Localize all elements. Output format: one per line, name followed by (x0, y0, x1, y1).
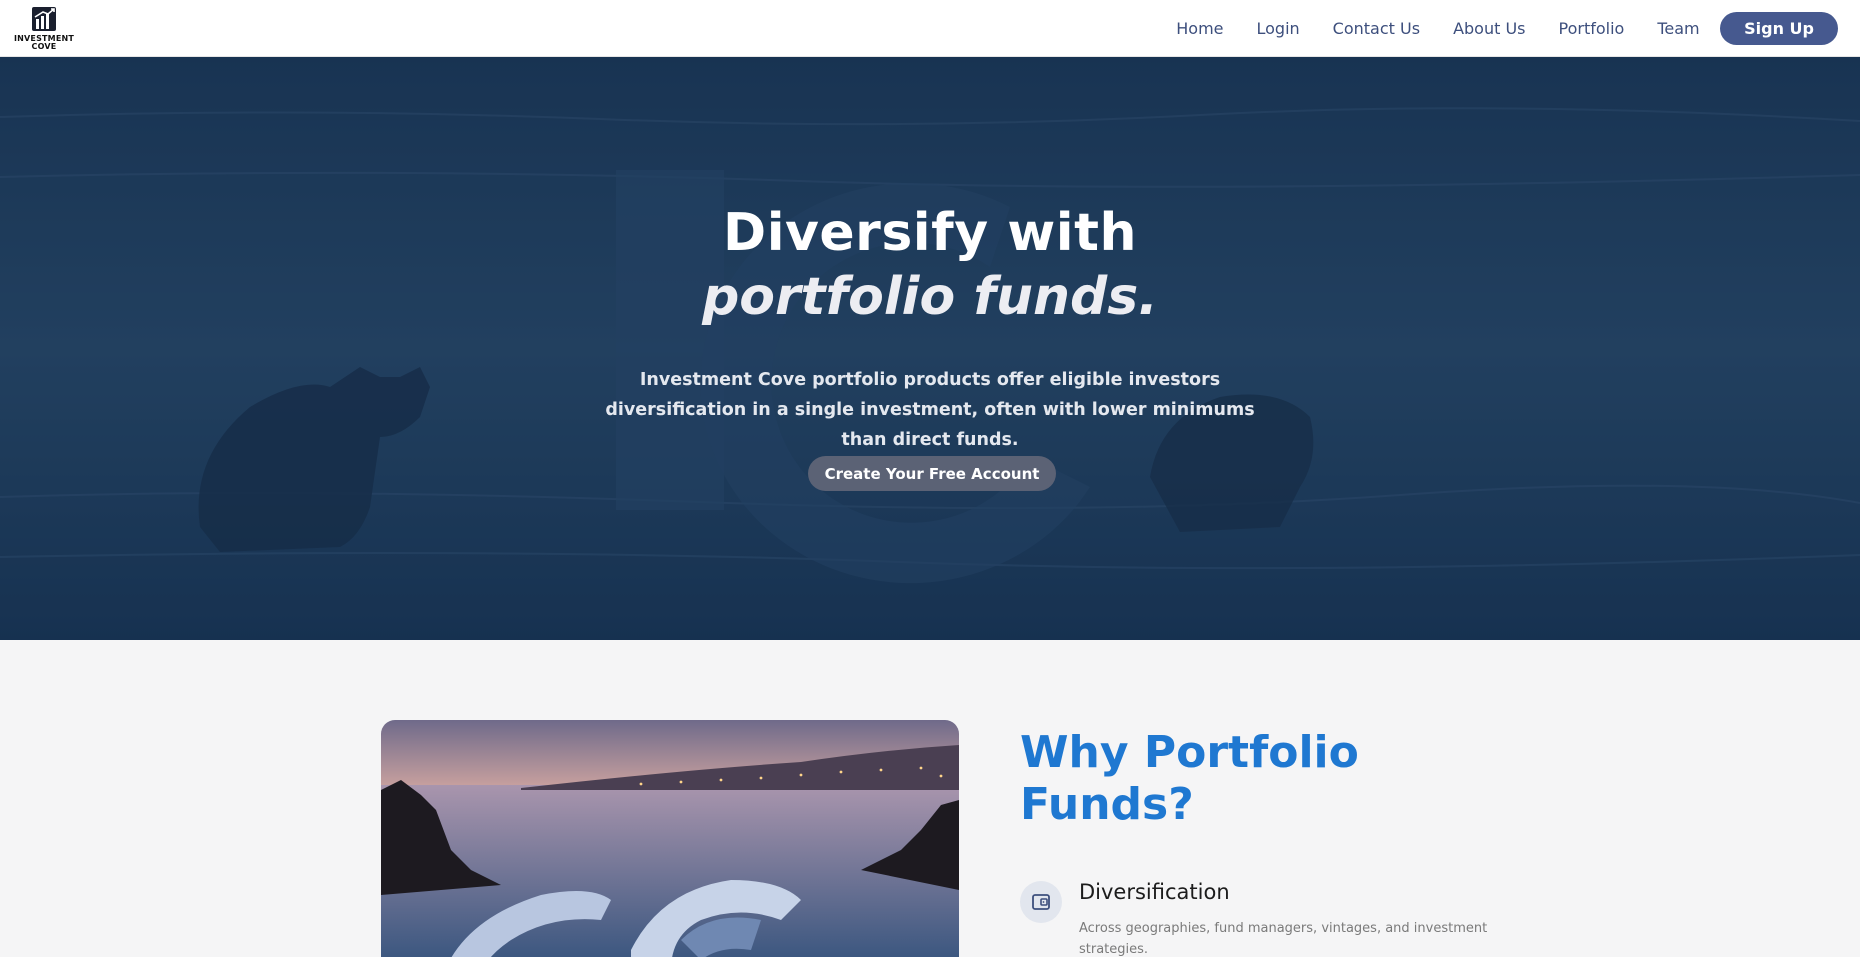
wallet-icon (1020, 881, 1062, 923)
create-account-button[interactable]: Create Your Free Account (808, 456, 1056, 491)
nav-team-link[interactable]: Team (1641, 19, 1716, 38)
nav-links: Home Login Contact Us About Us Portfolio… (1160, 11, 1844, 45)
hero-section: Diversify with portfolio funds. Investme… (0, 57, 1860, 640)
why-title-line1: Why Portfolio (1020, 727, 1359, 778)
sign-up-button[interactable]: Sign Up (1720, 11, 1838, 45)
nav-home-link[interactable]: Home (1160, 19, 1240, 38)
top-navbar: INVESTMENT COVE Home Login Contact Us Ab… (0, 0, 1860, 57)
nav-portfolio-link[interactable]: Portfolio (1542, 19, 1641, 38)
sunset-coast-image (381, 720, 959, 957)
why-title-line2: Funds? (1020, 779, 1194, 830)
hero-title-line2: portfolio funds. (702, 267, 1158, 327)
nav-contact-link[interactable]: Contact Us (1316, 19, 1436, 38)
hero-subtitle: Investment Cove portfolio products offer… (605, 370, 1255, 450)
brand-logo[interactable]: INVESTMENT COVE (14, 5, 74, 51)
feature-description: Across geographies, fund managers, vinta… (1079, 921, 1488, 957)
wallet-icon-glyph (1032, 894, 1050, 910)
hero-content: Diversify with portfolio funds. Investme… (0, 57, 1860, 640)
hero-title-line1: Diversify with (723, 203, 1137, 263)
feature-title: Diversification (1079, 880, 1230, 904)
why-section-image (381, 720, 959, 957)
nav-about-link[interactable]: About Us (1437, 19, 1542, 38)
why-title: Why Portfolio Funds? (1020, 727, 1359, 831)
logo-text-line2: COVE (31, 42, 57, 51)
logo-chart-icon (32, 7, 56, 31)
nav-login-link[interactable]: Login (1240, 19, 1316, 38)
